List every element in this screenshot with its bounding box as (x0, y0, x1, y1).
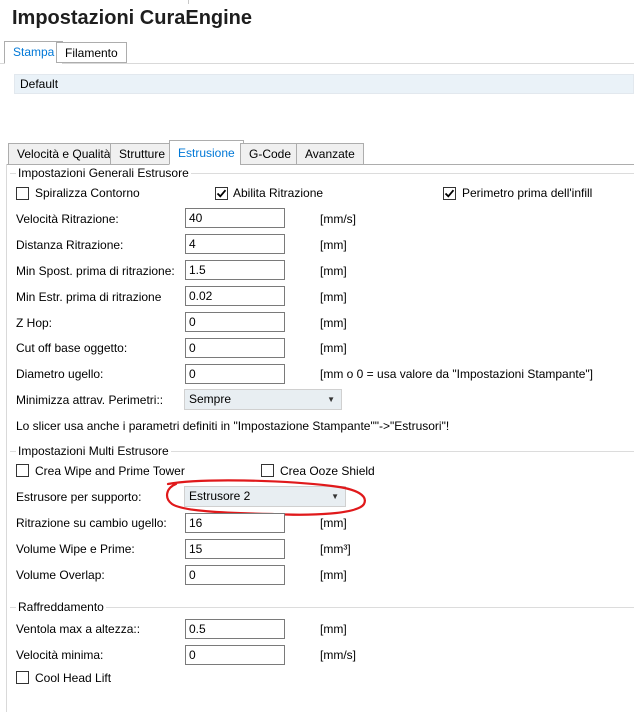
z-hop-input[interactable]: 0 (185, 312, 285, 332)
chevron-down-icon: ▼ (327, 395, 335, 404)
checkmark-icon (444, 189, 455, 198)
title-separator (188, 0, 189, 4)
ooze-shield-checkbox[interactable] (261, 464, 274, 477)
min-extrusion-input[interactable]: 0.02 (185, 286, 285, 306)
max-fan-height-input[interactable]: 0.5 (185, 619, 285, 639)
checkmark-icon (216, 189, 227, 198)
perimeter-before-infill-label: Perimetro prima dell'infill (462, 186, 593, 200)
wipe-tower-label: Crea Wipe and Prime Tower (35, 464, 185, 478)
retraction-distance-input[interactable]: 4 (185, 234, 285, 254)
cut-off-unit: [mm] (320, 341, 347, 355)
cooling-group-title: Raffreddamento (16, 600, 106, 614)
printer-settings-note: Lo slicer usa anche i parametri definiti… (16, 419, 450, 433)
tab-estrusione-label: Estrusione (178, 146, 235, 160)
minimize-travel-value: Sempre (189, 392, 232, 406)
min-travel-input[interactable]: 1.5 (185, 260, 285, 280)
spiralize-checkbox[interactable] (16, 187, 29, 200)
volume-overlap-label: Volume Overlap: (16, 568, 105, 582)
window-title: Impostazioni CuraEngine (12, 7, 253, 29)
support-extruder-select[interactable]: Estrusore 2 ▼ (184, 486, 346, 507)
min-extrusion-unit: [mm] (320, 290, 347, 304)
cut-off-input[interactable]: 0 (185, 338, 285, 358)
cool-head-lift-label: Cool Head Lift (35, 671, 112, 685)
cut-off-label: Cut off base oggetto: (16, 341, 128, 355)
chevron-down-icon: ▼ (331, 492, 339, 501)
min-travel-label: Min Spost. prima di ritrazione: (16, 264, 175, 278)
support-extruder-value: Estrusore 2 (189, 489, 251, 503)
perimeter-before-infill-checkbox[interactable] (443, 187, 456, 200)
retraction-distance-unit: [mm] (320, 238, 347, 252)
tab-velocita-qualita[interactable]: Velocità e Qualità (8, 143, 120, 165)
tab-strutture-label: Strutture (119, 147, 166, 161)
nozzle-diameter-input[interactable]: 0 (185, 364, 285, 384)
spiralize-label: Spiralizza Contorno (35, 186, 140, 200)
minimize-travel-select[interactable]: Sempre ▼ (184, 389, 342, 410)
retraction-speed-unit: [mm/s] (320, 212, 356, 226)
general-group-title: Impostazioni Generali Estrusore (16, 166, 191, 180)
nozzle-switch-retraction-input[interactable]: 16 (185, 513, 285, 533)
wipe-prime-volume-unit: [mm³] (320, 542, 351, 556)
volume-overlap-input[interactable]: 0 (185, 565, 285, 585)
min-speed-unit: [mm/s] (320, 648, 356, 662)
nozzle-diameter-label: Diametro ugello: (16, 367, 104, 381)
retraction-speed-label: Velocità Ritrazione: (16, 212, 119, 226)
nozzle-switch-retraction-unit: [mm] (320, 516, 347, 530)
min-extrusion-label: Min Estr. prima di ritrazione (16, 290, 162, 304)
min-speed-input[interactable]: 0 (185, 645, 285, 665)
panel-left-border (6, 164, 7, 712)
tab-gcode[interactable]: G-Code (240, 143, 301, 165)
support-extruder-label: Estrusore per supporto: (16, 490, 142, 504)
wipe-prime-volume-input[interactable]: 15 (185, 539, 285, 559)
tab-filamento[interactable]: Filamento (56, 42, 127, 63)
tab-velocita-qualita-label: Velocità e Qualità (17, 147, 111, 161)
tab-avanzate-label: Avanzate (305, 147, 355, 161)
multi-group-title: Impostazioni Multi Estrusore (16, 444, 171, 458)
top-tabbar-line (0, 63, 634, 64)
tab-stampa-label: Stampa (13, 45, 55, 59)
wipe-tower-checkbox[interactable] (16, 464, 29, 477)
z-hop-unit: [mm] (320, 316, 347, 330)
min-speed-label: Velocità minima: (16, 648, 104, 662)
tab-gcode-label: G-Code (249, 147, 292, 161)
retraction-speed-input[interactable]: 40 (185, 208, 285, 228)
tab-filamento-label: Filamento (65, 46, 118, 60)
min-travel-unit: [mm] (320, 264, 347, 278)
nozzle-diameter-unit: [mm o 0 = usa valore da "Impostazioni St… (320, 367, 593, 381)
enable-retraction-label: Abilita Ritrazione (233, 186, 324, 200)
max-fan-height-unit: [mm] (320, 622, 347, 636)
retraction-distance-label: Distanza Ritrazione: (16, 238, 124, 252)
tab-stampa[interactable]: Stampa (4, 41, 64, 64)
tab-avanzate[interactable]: Avanzate (296, 143, 364, 165)
minimize-travel-label: Minimizza attrav. Perimetri:: (16, 393, 164, 407)
volume-overlap-unit: [mm] (320, 568, 347, 582)
max-fan-height-label: Ventola max a altezza:: (16, 622, 141, 636)
tab-estrusione[interactable]: Estrusione (169, 140, 244, 165)
ooze-shield-label: Crea Ooze Shield (280, 464, 375, 478)
tab-strutture[interactable]: Strutture (110, 143, 175, 165)
enable-retraction-checkbox[interactable] (215, 187, 228, 200)
wipe-prime-volume-label: Volume Wipe e Prime: (16, 542, 135, 556)
cool-head-lift-checkbox[interactable] (16, 671, 29, 684)
nozzle-switch-retraction-label: Ritrazione su cambio ugello: (16, 516, 167, 530)
z-hop-label: Z Hop: (16, 316, 53, 330)
profile-list-item-default[interactable]: Default (14, 74, 634, 94)
profile-label: Default (20, 77, 59, 91)
